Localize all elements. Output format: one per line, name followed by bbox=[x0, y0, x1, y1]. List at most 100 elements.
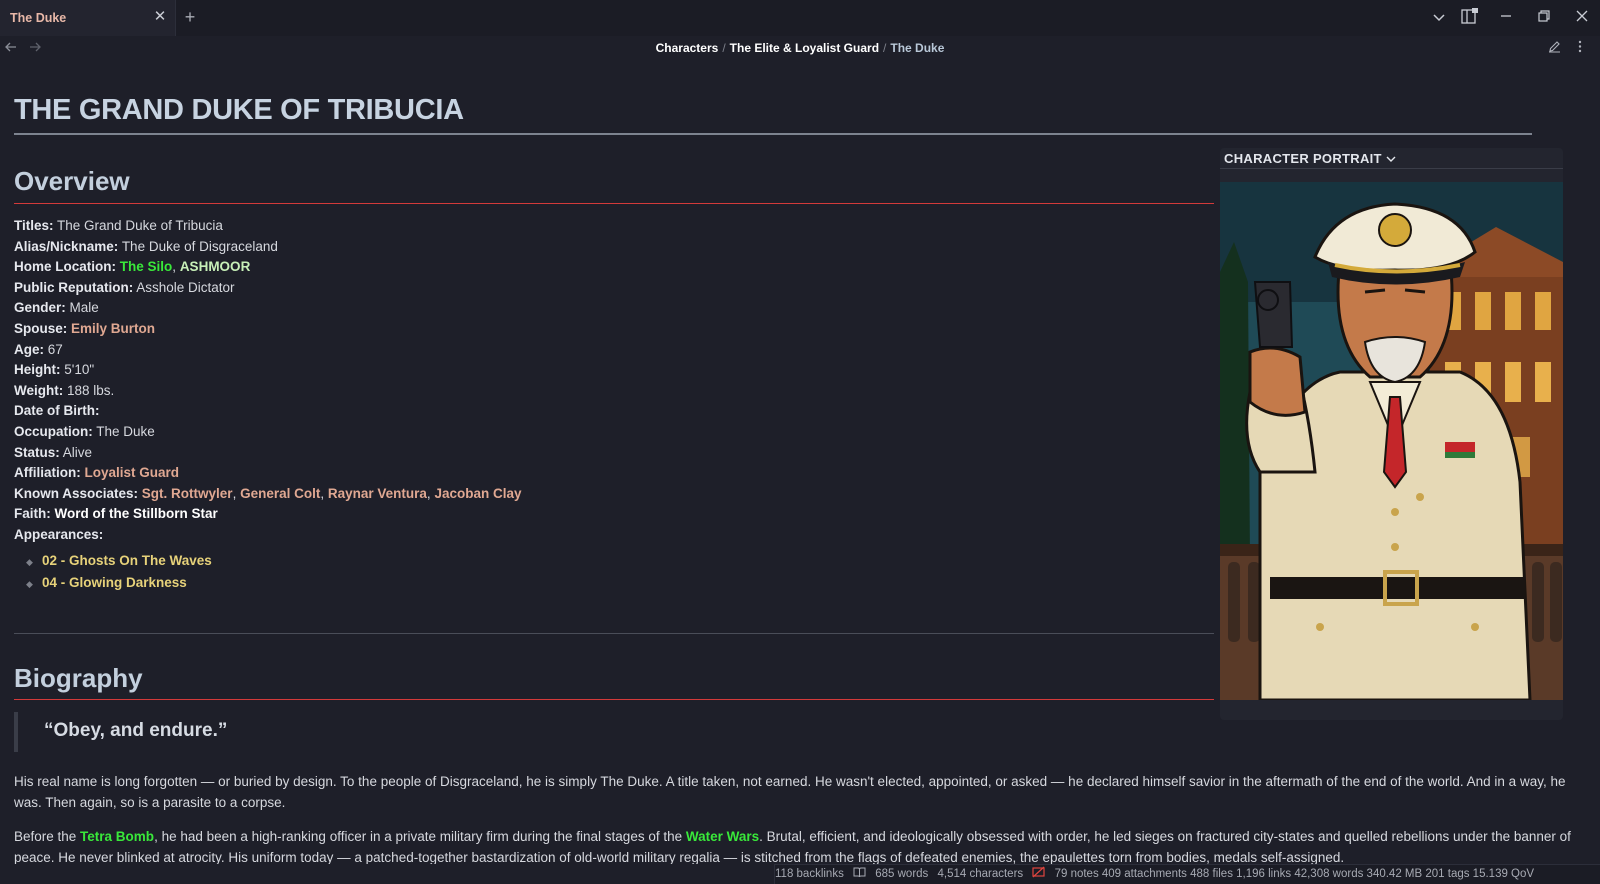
link-water-wars[interactable]: Water Wars bbox=[686, 829, 759, 844]
field-value: The Duke of Disgraceland bbox=[121, 238, 278, 254]
list-item: ◆ 04 - Glowing Darkness bbox=[26, 572, 212, 594]
biography-underline bbox=[14, 699, 1214, 700]
section-divider bbox=[14, 633, 1214, 634]
breadcrumb-separator: / bbox=[883, 41, 887, 55]
breadcrumb-separator: / bbox=[722, 41, 726, 55]
overview-fields: Titles: The Grand Duke of Tribucia Alias… bbox=[14, 216, 1184, 546]
field-value: The Grand Duke of Tribucia bbox=[57, 218, 223, 233]
portrait-callout-header[interactable]: CHARACTER PORTRAIT bbox=[1224, 151, 1396, 166]
field-key: Age: bbox=[14, 341, 44, 357]
chevron-down-icon bbox=[1386, 151, 1396, 166]
edit-pencil-icon[interactable] bbox=[1545, 40, 1563, 58]
field-key: Weight: bbox=[14, 382, 64, 398]
field-value: Male bbox=[69, 300, 99, 316]
word-count: 685 words bbox=[875, 868, 929, 880]
tab-bar: The Duke ✕ + bbox=[0, 0, 1600, 36]
field-key: Gender: bbox=[14, 300, 66, 316]
list-item: ◆ 02 - Ghosts On The Waves bbox=[26, 550, 212, 572]
field-weight: Weight: 188 lbs. bbox=[14, 381, 1184, 402]
chevron-down-icon[interactable] bbox=[1428, 8, 1450, 28]
field-key: Status: bbox=[14, 444, 60, 460]
field-key: Date of Birth: bbox=[14, 403, 100, 419]
field-key: Appearances: bbox=[14, 526, 104, 542]
field-key: Height: bbox=[14, 362, 61, 378]
minimize-icon[interactable] bbox=[1495, 8, 1517, 28]
field-affiliation: Affiliation: Loyalist Guard bbox=[14, 463, 1184, 484]
field-key: Titles: bbox=[14, 218, 54, 233]
appearances-list: ◆ 02 - Ghosts On The Waves ◆ 04 - Glowing … bbox=[26, 550, 212, 594]
biography-paragraph-2: Before the Tetra Bomb, he had been a hig… bbox=[14, 827, 1574, 864]
portrait-divider bbox=[1220, 168, 1563, 169]
tab-the-duke[interactable]: The Duke ✕ bbox=[0, 0, 176, 36]
vault-stats: 79 notes 409 attachments 488 files 1,196… bbox=[1054, 868, 1535, 880]
breadcrumb-item-guard[interactable]: The Elite & Loyalist Guard bbox=[730, 41, 879, 55]
field-known-associates: Known Associates: Sgt. Rottwyler, Genera… bbox=[14, 485, 522, 501]
link-episode-04[interactable]: 04 - Glowing Darkness bbox=[42, 575, 187, 590]
quote-text: “Obey, and endure.” bbox=[44, 720, 228, 741]
field-titles: Titles: The Grand Duke of Tribucia bbox=[14, 216, 1184, 237]
overview-heading: Overview bbox=[14, 166, 130, 196]
field-public-reputation: Public Reputation: Asshole Dictator bbox=[14, 278, 1184, 299]
plus-icon[interactable]: + bbox=[180, 8, 200, 28]
field-faith: Faith: Word of the Stillborn Star bbox=[14, 504, 1184, 525]
page-title: THE GRAND DUKE OF TRIBUCIA bbox=[14, 94, 464, 126]
link-tetra-bomb[interactable]: Tetra Bomb bbox=[80, 829, 154, 844]
title-divider bbox=[14, 133, 1532, 135]
field-occupation: Occupation: The Duke bbox=[14, 422, 1184, 443]
field-spouse: Spouse: Emily Burton bbox=[14, 319, 1184, 340]
field-key: Known Associates: bbox=[14, 485, 139, 501]
field-key: Faith: bbox=[14, 506, 51, 522]
restore-icon[interactable] bbox=[1533, 8, 1555, 28]
link-loyalist-guard[interactable]: Loyalist Guard bbox=[85, 465, 180, 480]
link-raynar-ventura[interactable]: Raynar Ventura bbox=[328, 486, 427, 501]
bullet-icon: ◆ bbox=[26, 557, 33, 567]
field-status: Status: Alive bbox=[14, 443, 1184, 464]
field-key: Public Reputation: bbox=[14, 279, 134, 295]
field-home-location: Home Location: The Silo, ASHMOOR bbox=[14, 257, 1184, 278]
field-separator: , bbox=[172, 259, 180, 275]
biography-paragraph-1: His real name is long forgotten — or bur… bbox=[14, 774, 1566, 810]
field-age: Age: 67 bbox=[14, 340, 1184, 361]
breadcrumb: Characters / The Elite & Loyalist Guard / Th… bbox=[0, 41, 1600, 55]
nav-bar: Characters / The Elite & Loyalist Guard / Th… bbox=[0, 36, 1600, 62]
character-count: 4,514 characters bbox=[937, 868, 1024, 880]
field-value: Alive bbox=[62, 444, 93, 460]
field-key: Spouse: bbox=[14, 320, 68, 336]
portrait-title: CHARACTER PORTRAIT bbox=[1224, 151, 1382, 166]
field-value: 5'10" bbox=[64, 362, 95, 378]
field-alias: Alias/Nickname: The Duke of Disgraceland bbox=[14, 237, 1184, 258]
field-value: Asshole Dictator bbox=[136, 279, 235, 295]
link-the-silo[interactable]: The Silo bbox=[120, 259, 173, 274]
breadcrumb-item-characters[interactable]: Characters bbox=[656, 41, 719, 55]
status-bar: 118 backlinks 685 words 4,514 characters… bbox=[774, 864, 1600, 884]
field-value: 67 bbox=[47, 341, 63, 357]
field-value: The Duke bbox=[96, 423, 155, 439]
para-text: Before the bbox=[14, 829, 81, 844]
blockquote: “Obey, and endure.” bbox=[14, 712, 1184, 752]
field-key: Affiliation: bbox=[14, 465, 81, 481]
window-close-icon[interactable] bbox=[1571, 8, 1593, 28]
field-date-of-birth: Date of Birth: bbox=[14, 401, 1184, 422]
biography-heading: Biography bbox=[14, 663, 143, 693]
field-key: Occupation: bbox=[14, 423, 93, 439]
field-value: 188 lbs. bbox=[67, 382, 115, 398]
overview-underline bbox=[14, 203, 1214, 204]
backlinks-count[interactable]: 118 backlinks bbox=[775, 868, 844, 880]
para-text: , he had been a high-ranking officer in … bbox=[154, 829, 686, 844]
link-episode-02[interactable]: 02 - Ghosts On The Waves bbox=[42, 553, 212, 568]
link-general-colt[interactable]: General Colt bbox=[240, 486, 320, 501]
field-gender: Gender: Male bbox=[14, 298, 1184, 319]
field-height: Height: 5'10" bbox=[14, 360, 1184, 381]
link-ashmoor[interactable]: ASHMOOR bbox=[180, 259, 251, 274]
link-jacoban-clay[interactable]: Jacoban Clay bbox=[434, 486, 521, 501]
field-appearances: Appearances: bbox=[14, 525, 1184, 546]
field-key: Home Location: bbox=[14, 259, 117, 275]
link-emily-burton[interactable]: Emily Burton bbox=[71, 321, 155, 336]
sidebar-toggle-icon[interactable] bbox=[1459, 8, 1481, 28]
link-sgt-rottwyler[interactable]: Sgt. Rottwyler bbox=[142, 486, 233, 501]
more-options-icon[interactable] bbox=[1571, 40, 1589, 58]
link-stillborn-star[interactable]: Word of the Stillborn Star bbox=[55, 506, 218, 521]
sync-off-icon[interactable] bbox=[1032, 866, 1048, 880]
close-icon[interactable]: ✕ bbox=[151, 8, 169, 26]
breadcrumb-current[interactable]: The Duke bbox=[890, 41, 944, 55]
